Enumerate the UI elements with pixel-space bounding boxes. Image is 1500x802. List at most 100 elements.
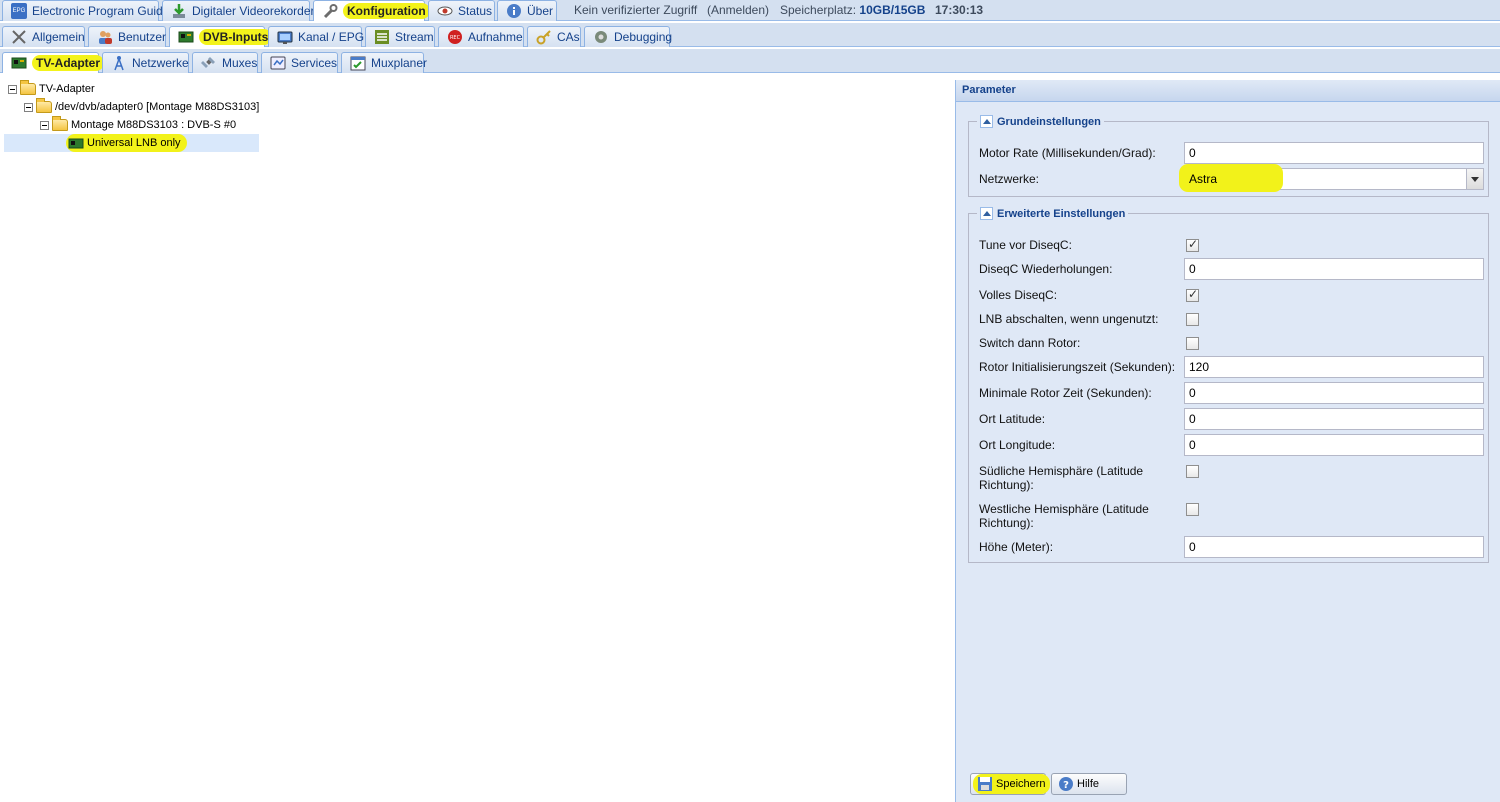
tab-services[interactable]: Services: [261, 52, 338, 73]
field-label: Netzwerke:: [979, 172, 1040, 186]
tree-node-label: Montage M88DS3103 : DVB-S #0: [71, 119, 237, 131]
tree-node-adapter[interactable]: /dev/dvb/adapter0 [Montage M88DS3103]: [24, 98, 259, 116]
longitude-input[interactable]: 0: [1184, 434, 1484, 456]
help-icon: ?: [1058, 776, 1074, 792]
calendar-icon: [350, 55, 366, 71]
users-icon: [97, 29, 113, 45]
advanced-settings-legend[interactable]: Erweiterte Einstellungen: [977, 207, 1128, 220]
tab-label: CAs: [557, 30, 580, 44]
antenna-icon: [111, 55, 127, 71]
field-label: DiseqC Wiederholungen:: [979, 262, 1113, 276]
tab-label: Debugging: [614, 30, 673, 44]
stream-icon: [374, 29, 390, 45]
tv-card-icon: [68, 135, 84, 151]
tab-label: Services: [291, 56, 338, 70]
rotor-init-input[interactable]: 120: [1184, 356, 1484, 378]
tab-netzwerke[interactable]: Netzwerke: [102, 52, 189, 73]
tree-node-root[interactable]: TV-Adapter: [8, 80, 95, 98]
southern-checkbox[interactable]: [1186, 465, 1199, 478]
field-label: Höhe (Meter):: [979, 540, 1054, 554]
tree-node-label: TV-Adapter: [39, 83, 95, 95]
access-status: Kein verifizierter Zugriff: [574, 3, 698, 17]
field-label: Tune vor DiseqC:: [979, 238, 1072, 252]
tab-kanal-epg[interactable]: Kanal / EPG: [268, 26, 365, 47]
altitude-input[interactable]: 0: [1184, 536, 1484, 558]
tab-label: TV-Adapter: [32, 55, 105, 71]
field-label: Switch dann Rotor:: [979, 336, 1081, 350]
western-checkbox[interactable]: [1186, 503, 1199, 516]
min-rotor-input[interactable]: 0: [1184, 382, 1484, 404]
panel-title: Parameter: [956, 80, 1500, 102]
tab-tv-adapter[interactable]: TV-Adapter: [2, 52, 105, 73]
tv-icon: [277, 29, 293, 45]
tab-label: Status: [458, 4, 493, 18]
collapse-toggle-icon[interactable]: [40, 120, 49, 130]
tree-node-lnb[interactable]: Universal LNB only: [4, 134, 259, 152]
tab-benutzer[interactable]: Benutzer: [88, 26, 166, 47]
collapse-toggle-icon[interactable]: [24, 102, 33, 112]
switch-then-rotor-checkbox[interactable]: [1186, 337, 1199, 350]
lnb-highlight: Universal LNB only: [66, 134, 187, 152]
save-icon: [977, 776, 993, 792]
main-tab-bar: EPG Electronic Program Guide Digitaler V…: [0, 0, 1500, 21]
tab-muxes[interactable]: Muxes: [192, 52, 258, 73]
tab-cas[interactable]: CAs: [527, 26, 581, 47]
field-label: Ort Longitude:: [979, 438, 1056, 452]
login-link[interactable]: (Anmelden): [707, 3, 769, 17]
save-highlight: Speichern: [973, 774, 1050, 794]
tree-node-label: Universal LNB only: [87, 137, 181, 149]
field-label: Volles DiseqC:: [979, 288, 1058, 302]
tab-debugging[interactable]: Debugging: [584, 26, 673, 47]
tab-label: Muxes: [222, 56, 258, 70]
collapse-toggle-icon[interactable]: [8, 84, 17, 94]
combo-value: Astra: [1189, 172, 1218, 186]
basic-settings-legend[interactable]: Grundeinstellungen: [977, 115, 1104, 128]
save-label: Speichern: [996, 778, 1046, 790]
field-label: Westliche Hemisphäre (Latitude Richtung)…: [979, 502, 1149, 530]
latitude-input[interactable]: 0: [1184, 408, 1484, 430]
tab-status[interactable]: Status: [428, 0, 495, 21]
full-diseqc-checkbox[interactable]: [1186, 287, 1199, 302]
collapse-icon[interactable]: [980, 207, 993, 220]
tab-aufnahme[interactable]: REC Aufnahme: [438, 26, 524, 47]
parameter-panel: Parameter Grundeinstellungen Motor Rate …: [955, 80, 1500, 802]
tab-epg[interactable]: EPG Electronic Program Guide: [2, 0, 169, 21]
folder-open-icon: [20, 80, 36, 95]
tab-label: Kanal / EPG: [298, 30, 365, 44]
tools-icon: [11, 29, 27, 45]
tab-allgemein[interactable]: Allgemein: [2, 26, 85, 47]
save-button[interactable]: Speichern: [970, 773, 1050, 795]
tab-dvb-inputs[interactable]: DVB-Inputs: [169, 26, 273, 47]
tab-label: Benutzer: [118, 30, 167, 44]
storage-label: Speicherplatz:: [780, 3, 857, 17]
tab-label: Aufnahme: [468, 30, 523, 44]
wrench-icon: [322, 3, 338, 19]
download-icon: [171, 3, 187, 19]
tab-dvr[interactable]: Digitaler Videorekorder: [162, 0, 315, 21]
networks-combo[interactable]: Astra: [1179, 164, 1484, 192]
help-button[interactable]: ? Hilfe: [1051, 773, 1127, 795]
collapse-icon[interactable]: [980, 115, 993, 128]
clock: 17:30:13: [935, 3, 984, 17]
tune-before-diseqc-checkbox[interactable]: [1186, 237, 1199, 252]
tab-konfiguration[interactable]: Konfiguration: [313, 0, 430, 21]
chevron-down-icon[interactable]: [1466, 169, 1483, 189]
diseqc-repeats-input[interactable]: 0: [1184, 258, 1484, 280]
field-label: Ort Latitude:: [979, 412, 1046, 426]
motor-rate-input[interactable]: 0: [1184, 142, 1484, 164]
debug-icon: [593, 29, 609, 45]
folder-open-icon: [36, 98, 52, 113]
tv-card-icon: [11, 55, 27, 71]
field-label: Rotor Initialisierungszeit (Sekunden):: [979, 360, 1176, 374]
tab-stream[interactable]: Stream: [365, 26, 435, 47]
tab-label: Electronic Program Guide: [32, 4, 170, 18]
tab-label: Konfiguration: [343, 3, 430, 19]
tab-ueber[interactable]: Über: [497, 0, 557, 21]
tab-muxplaner[interactable]: Muxplaner: [341, 52, 427, 73]
tree-node-frontend[interactable]: Montage M88DS3103 : DVB-S #0: [40, 116, 236, 134]
storage-info: Speicherplatz: 10GB/15GB: [780, 3, 925, 17]
satellite-icon: [201, 55, 217, 71]
folder-open-icon: [52, 116, 68, 131]
lnb-poweroff-checkbox[interactable]: [1186, 313, 1199, 326]
tree-node-label: /dev/dvb/adapter0 [Montage M88DS3103]: [55, 101, 260, 113]
